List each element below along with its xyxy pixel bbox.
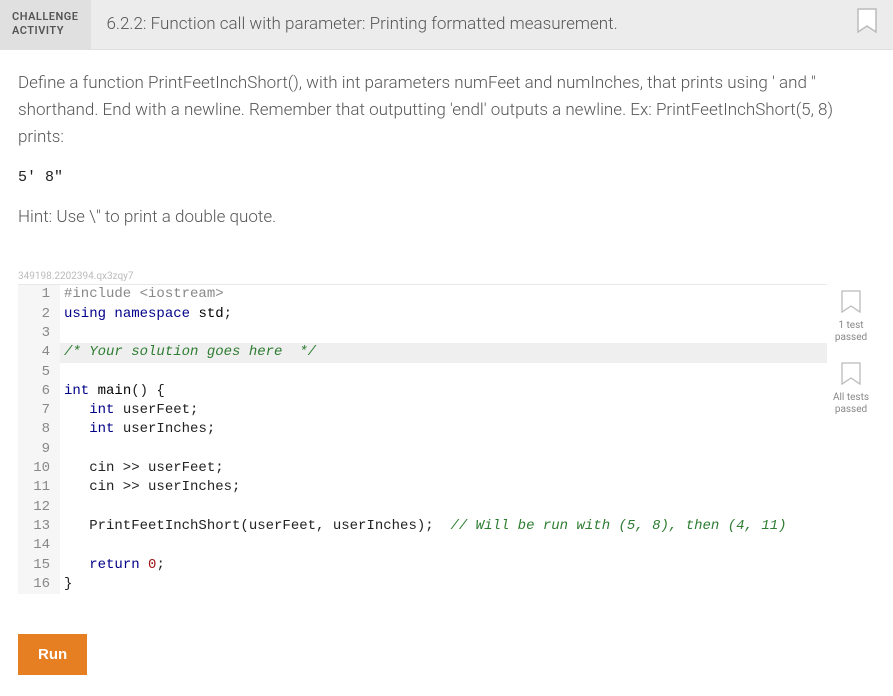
line-number: 6: [18, 382, 60, 401]
all-tests-badge-icon: [840, 362, 862, 388]
line-number: 9: [18, 440, 60, 459]
challenge-badge-line2: ACTIVITY: [12, 24, 79, 38]
line-number: 1: [18, 285, 60, 304]
activity-content: Define a function PrintFeetInchShort(), …: [0, 50, 893, 696]
line-number: 16: [18, 575, 60, 594]
activity-header: CHALLENGE ACTIVITY 6.2.2: Function call …: [0, 0, 893, 50]
activity-title: 6.2.2: Function call with parameter: Pri…: [91, 0, 856, 49]
test-status-panel: 1 test passed All tests passed: [827, 284, 875, 416]
code-line[interactable]: [60, 440, 827, 459]
line-number: 3: [18, 324, 60, 343]
code-line[interactable]: #include <iostream>: [60, 285, 827, 304]
line-number: 12: [18, 498, 60, 517]
code-line[interactable]: return 0;: [60, 556, 827, 575]
line-number: 10: [18, 459, 60, 478]
challenge-badge-line1: CHALLENGE: [12, 10, 79, 24]
line-number: 7: [18, 401, 60, 420]
line-number: 2: [18, 305, 60, 324]
code-line[interactable]: cin >> userInches;: [60, 478, 827, 497]
code-line[interactable]: cin >> userFeet;: [60, 459, 827, 478]
prompt-text: Define a function PrintFeetInchShort(), …: [18, 70, 875, 152]
code-line[interactable]: int userFeet;: [60, 401, 827, 420]
bookmark-icon[interactable]: [855, 8, 879, 36]
code-line[interactable]: [60, 324, 827, 343]
all-tests-label-1: All tests: [827, 392, 875, 404]
code-editor[interactable]: 1#include <iostream> 2using namespace st…: [18, 284, 827, 594]
one-test-label-1: 1 test: [827, 320, 875, 332]
line-number: 13: [18, 517, 60, 536]
watermark: 349198.2202394.qx3zqy7: [18, 271, 875, 282]
code-line[interactable]: int main() {: [60, 382, 827, 401]
line-number: 14: [18, 536, 60, 555]
code-line[interactable]: /* Your solution goes here */: [60, 343, 827, 362]
one-test-badge-icon: [840, 290, 862, 316]
code-line[interactable]: PrintFeetInchShort(userFeet, userInches)…: [60, 517, 827, 536]
line-number: 5: [18, 363, 60, 382]
line-number: 4: [18, 343, 60, 362]
code-line[interactable]: [60, 498, 827, 517]
line-number: 15: [18, 556, 60, 575]
line-number: 11: [18, 478, 60, 497]
code-line[interactable]: [60, 536, 827, 555]
hint-text: Hint: Use \" to print a double quote.: [18, 204, 875, 231]
line-number: 8: [18, 420, 60, 439]
code-line[interactable]: using namespace std;: [60, 305, 827, 324]
all-tests-label-2: passed: [827, 404, 875, 416]
example-output: 5' 8": [18, 169, 875, 186]
run-button[interactable]: Run: [18, 634, 87, 675]
challenge-badge: CHALLENGE ACTIVITY: [0, 0, 91, 49]
code-line[interactable]: [60, 363, 827, 382]
one-test-label-2: passed: [827, 332, 875, 344]
code-line[interactable]: }: [60, 575, 827, 594]
code-line[interactable]: int userInches;: [60, 420, 827, 439]
